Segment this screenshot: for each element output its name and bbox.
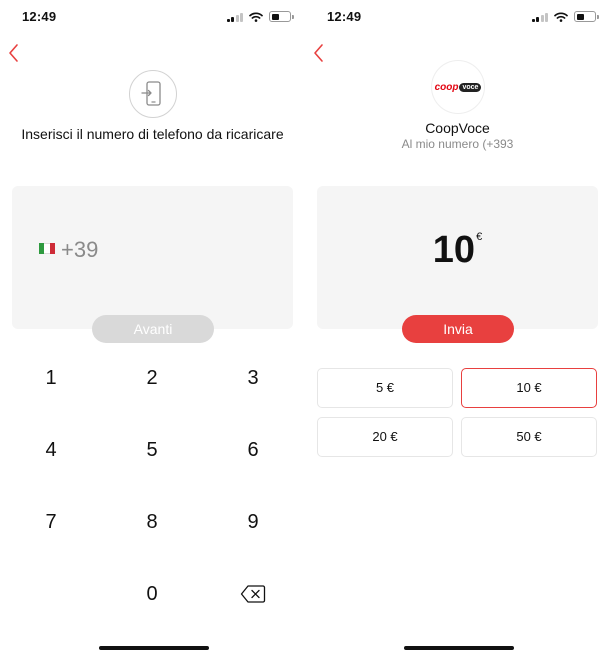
logo-badge: voce: [459, 82, 482, 92]
backspace-icon[interactable]: [240, 583, 266, 605]
key-1[interactable]: 1: [21, 358, 81, 398]
key-2[interactable]: 2: [122, 358, 182, 398]
country-prefix: +39: [61, 237, 99, 262]
wifi-icon: [249, 11, 263, 22]
phone-transfer-icon: [129, 70, 177, 118]
operator-name: CoopVoce: [425, 120, 490, 136]
battery-icon: [574, 11, 599, 22]
recharge-amount-screen: 12:49 coop voce CoopVoce Al mio numero (…: [305, 0, 610, 660]
status-time: 12:49: [327, 9, 362, 24]
key-3[interactable]: 3: [223, 358, 283, 398]
home-indicator: [404, 646, 514, 650]
key-0[interactable]: 0: [122, 574, 182, 614]
status-bar: 12:49: [0, 0, 305, 34]
operator-logo: coop voce: [432, 61, 484, 113]
signal-icon: [531, 12, 548, 22]
amount-option-50[interactable]: 50 €: [461, 417, 597, 457]
amount-option-10[interactable]: 10 €: [461, 368, 597, 408]
key-8[interactable]: 8: [122, 502, 182, 542]
amount-option-20[interactable]: 20 €: [317, 417, 453, 457]
logo-prefix: coop: [434, 81, 459, 93]
phone-entry-screen: 12:49 Inserisci il numero di telefono da…: [0, 0, 305, 660]
phone-number-field[interactable]: +39: [12, 186, 293, 329]
key-9[interactable]: 9: [223, 502, 283, 542]
continue-button[interactable]: Avanti: [92, 315, 214, 343]
back-chevron-icon[interactable]: [309, 40, 331, 66]
status-time: 12:49: [22, 9, 57, 24]
send-button[interactable]: Invia: [402, 315, 514, 343]
italy-flag-icon: [39, 243, 55, 254]
battery-icon: [269, 11, 294, 22]
amount-value: 10: [432, 229, 476, 271]
key-7[interactable]: 7: [21, 502, 81, 542]
key-4[interactable]: 4: [21, 430, 81, 470]
wifi-icon: [554, 11, 568, 22]
signal-icon: [226, 12, 243, 22]
amount-option-5[interactable]: 5 €: [317, 368, 453, 408]
target-number: Al mio numero (+393: [401, 137, 514, 151]
amount-currency: €: [476, 231, 483, 243]
key-6[interactable]: 6: [223, 430, 283, 470]
back-chevron-icon[interactable]: [4, 40, 26, 66]
status-bar: 12:49: [305, 0, 610, 34]
home-indicator: [99, 646, 209, 650]
amount-display: 10€: [317, 186, 598, 329]
page-title: Inserisci il numero di telefono da ricar…: [21, 126, 284, 142]
key-5[interactable]: 5: [122, 430, 182, 470]
